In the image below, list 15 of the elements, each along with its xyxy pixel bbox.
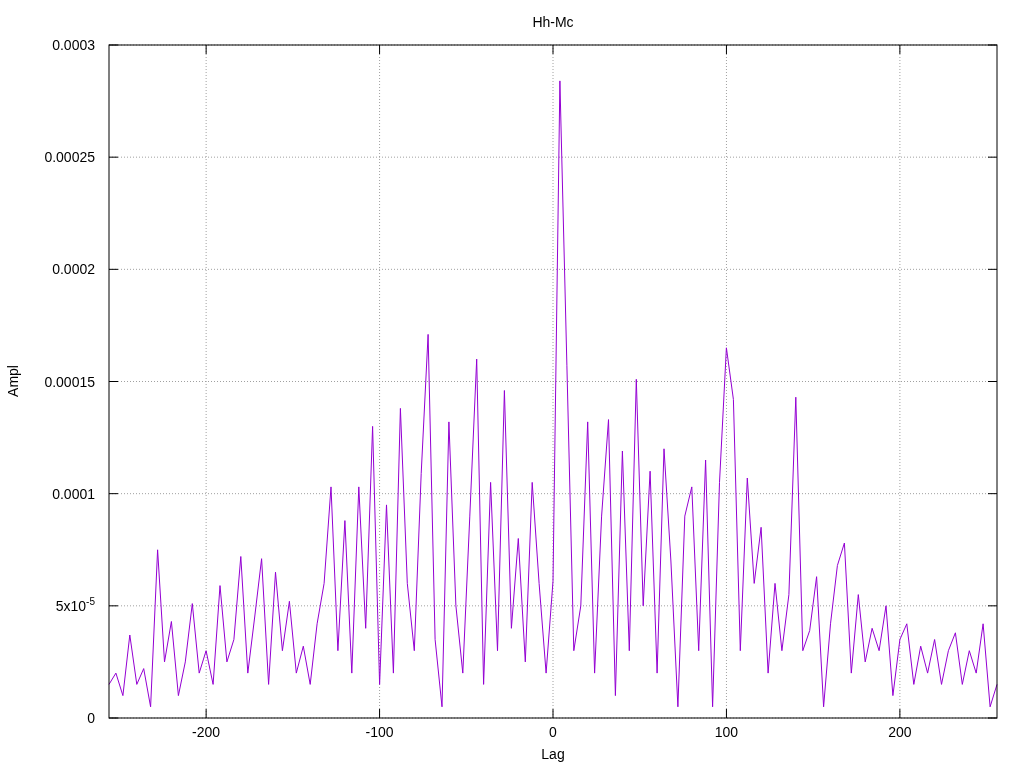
y-tick-label: 0.0003 — [52, 37, 95, 53]
x-tick-label: 100 — [714, 724, 739, 740]
x-axis-label: Lag — [541, 746, 565, 762]
y-tick-label: 5x10$^{-5}$ — [55, 597, 95, 614]
x-tick-label: 200 — [888, 724, 912, 740]
y-tick-label: 0.0002 — [52, 261, 95, 278]
y-tick-label: 0.00025 — [44, 149, 95, 166]
chart-title: Hh-Mc — [532, 14, 574, 30]
y-tick-label: 0.00015 — [44, 373, 95, 390]
y-axis-label: Ampl — [5, 365, 21, 397]
x-tick-label: -200 — [192, 724, 221, 740]
y-tick-label: 0 — [87, 710, 95, 726]
x-tick-label: 0 — [549, 724, 557, 740]
y-tick-label: 0.0001 — [52, 485, 95, 502]
x-tick-label: -100 — [365, 724, 394, 740]
